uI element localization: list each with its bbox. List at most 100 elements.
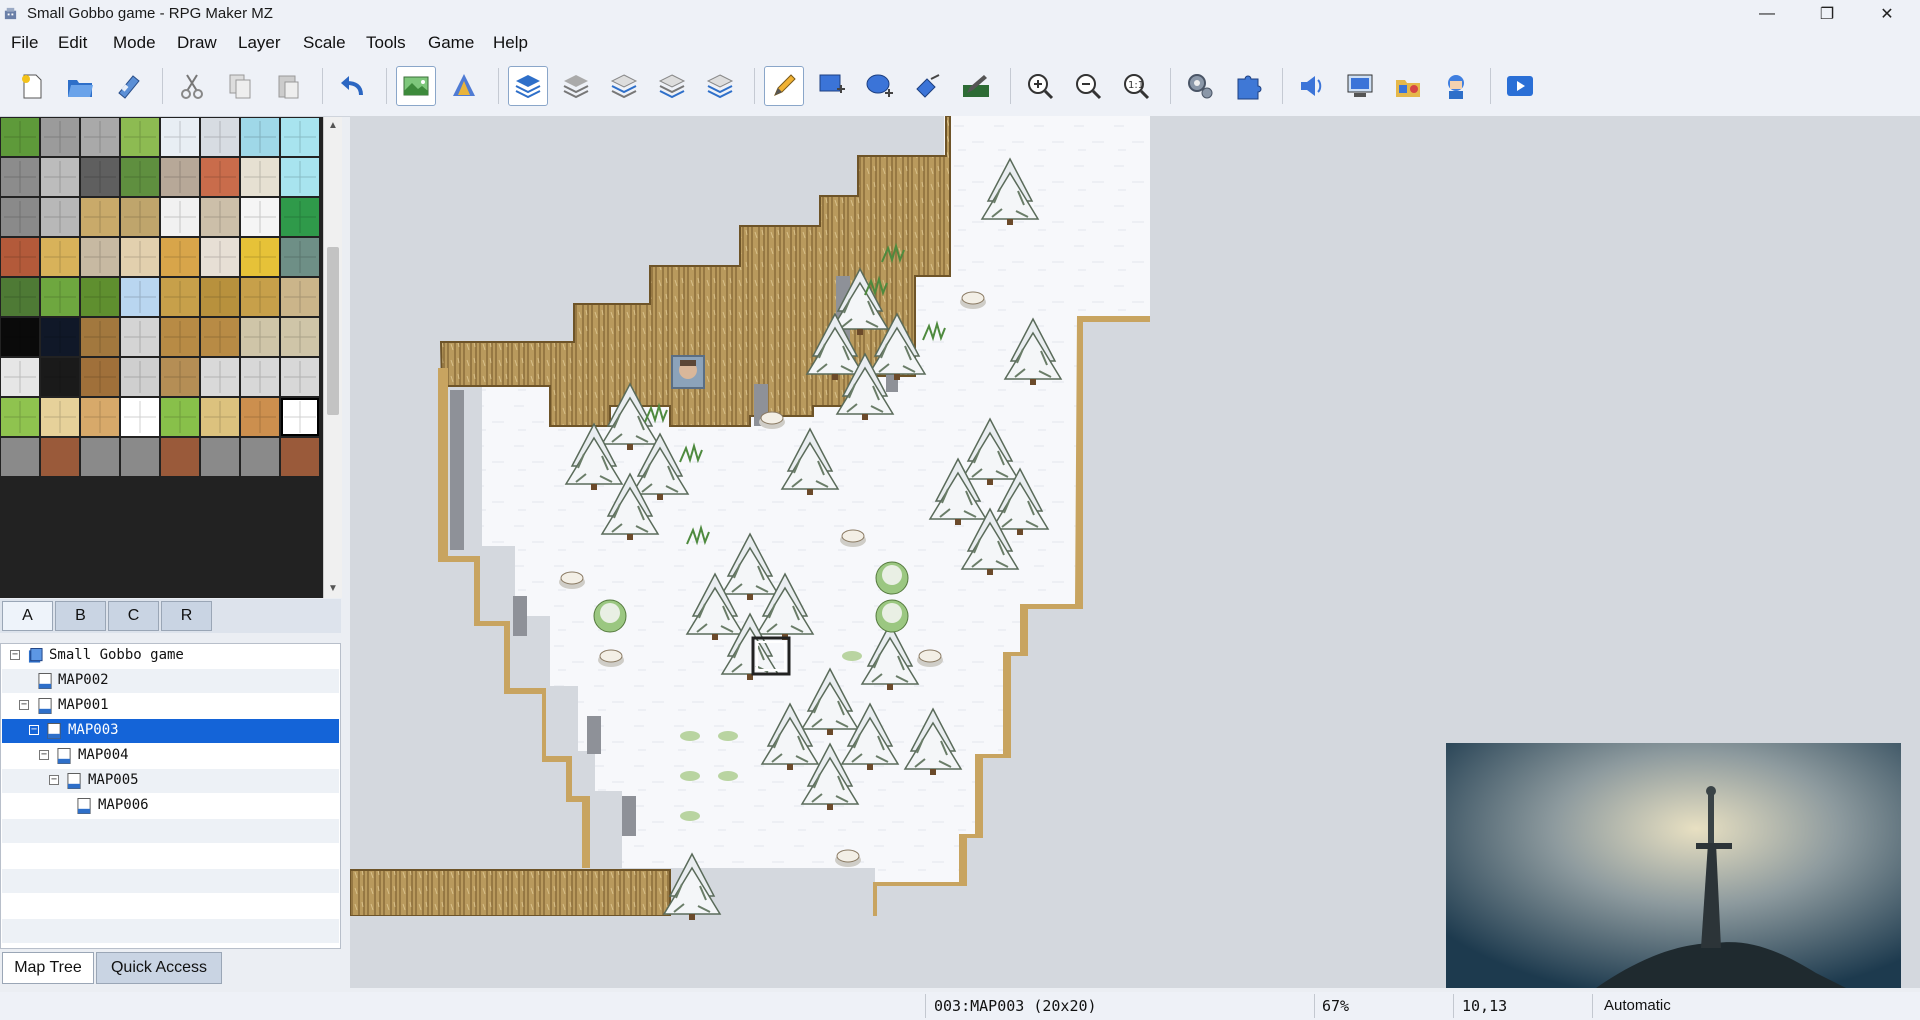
scroll-down-icon[interactable]: ▼ <box>324 580 342 598</box>
event-mode-icon[interactable] <box>444 66 484 106</box>
minimize-button[interactable]: — <box>1744 0 1790 28</box>
layer-auto-icon[interactable] <box>508 66 548 106</box>
tree-empty-row <box>2 819 339 843</box>
tileset-tile[interactable] <box>1 438 39 476</box>
menu-mode[interactable]: Mode <box>113 33 156 53</box>
tileset-tiles[interactable] <box>0 117 323 598</box>
undo-icon[interactable] <box>332 66 372 106</box>
map-icon <box>57 748 71 764</box>
tab-map-tree[interactable]: Map Tree <box>2 952 94 984</box>
map-icon <box>67 773 81 789</box>
paste-icon[interactable] <box>268 66 308 106</box>
scroll-thumb[interactable] <box>327 247 339 415</box>
window-title: Small Gobbo game - RPG Maker MZ <box>27 5 273 22</box>
rectangle-icon[interactable] <box>812 66 852 106</box>
playtest-icon[interactable] <box>1500 66 1540 106</box>
tileset-scrollbar[interactable]: ▲ ▼ <box>323 117 342 598</box>
menu-scale[interactable]: Scale <box>303 33 346 53</box>
tileset-tile[interactable] <box>81 438 119 476</box>
collapse-icon[interactable]: − <box>39 750 49 760</box>
tab-a[interactable]: A <box>2 601 53 631</box>
tree-item-map002[interactable]: MAP002 <box>2 669 339 693</box>
resource-manager-icon[interactable] <box>1388 66 1428 106</box>
collapse-icon[interactable]: − <box>49 775 59 785</box>
close-button[interactable]: ✕ <box>1864 0 1910 28</box>
tree-item-map004[interactable]: − MAP004 <box>2 744 339 768</box>
event-searcher-icon[interactable] <box>1340 66 1380 106</box>
tileset-tile[interactable] <box>241 438 279 476</box>
map-canvas[interactable] <box>349 115 1920 988</box>
layer-3-icon[interactable] <box>652 66 692 106</box>
tileset-palette[interactable] <box>0 117 323 598</box>
layer-2-icon[interactable] <box>604 66 644 106</box>
menu-layer[interactable]: Layer <box>238 33 281 53</box>
toolbar: 1:1 <box>0 58 1920 117</box>
tab-b[interactable]: B <box>55 601 106 631</box>
tileset-tile[interactable] <box>41 438 79 476</box>
collapse-icon[interactable]: − <box>10 650 20 660</box>
menu-tools[interactable]: Tools <box>366 33 406 53</box>
tileset-tile[interactable] <box>121 438 159 476</box>
map-icon <box>77 798 91 814</box>
actual-size-icon[interactable]: 1:1 <box>1116 66 1156 106</box>
open-project-icon[interactable] <box>60 66 100 106</box>
tree-item-label: MAP002 <box>58 672 109 688</box>
database-icon[interactable] <box>1180 66 1220 106</box>
restore-button[interactable]: ❐ <box>1804 0 1850 28</box>
layer-4-icon[interactable] <box>700 66 740 106</box>
menu-edit[interactable]: Edit <box>58 33 87 53</box>
tree-item-label: MAP006 <box>98 797 149 813</box>
map-icon <box>38 698 52 714</box>
project-icon <box>28 648 43 663</box>
map-tree: − Small Gobbo game MAP002 − MAP001 − MAP… <box>0 643 341 949</box>
ellipse-icon[interactable] <box>860 66 900 106</box>
tab-quick-access[interactable]: Quick Access <box>96 952 222 984</box>
tree-item-label: MAP004 <box>78 747 129 763</box>
zoom-out-icon[interactable] <box>1068 66 1108 106</box>
tileset-tile[interactable] <box>281 438 319 476</box>
zoom-in-icon[interactable] <box>1020 66 1060 106</box>
plugin-manager-icon[interactable] <box>1228 66 1268 106</box>
cut-icon[interactable] <box>172 66 212 106</box>
pencil-icon[interactable] <box>764 66 804 106</box>
tree-item-map003[interactable]: − MAP003 <box>2 719 339 743</box>
tree-item-label: MAP001 <box>58 697 109 713</box>
tree-item-project[interactable]: − Small Gobbo game <box>2 644 339 668</box>
panel-tabs: Map Tree Quick Access <box>0 952 341 986</box>
tree-item-map001[interactable]: − MAP001 <box>2 694 339 718</box>
scroll-up-icon[interactable]: ▲ <box>324 117 342 135</box>
layer-1-icon[interactable] <box>556 66 596 106</box>
tree-empty-row <box>2 919 339 943</box>
status-bar: 003:MAP003 (20x20) 67% 10,13 Automatic <box>0 992 1920 1020</box>
parallax-preview-image <box>1446 743 1901 988</box>
tab-c[interactable]: C <box>108 601 159 631</box>
tree-item-label: Small Gobbo game <box>49 647 184 663</box>
tileset-tabs: A B C R <box>0 599 341 633</box>
tree-item-label: MAP003 <box>68 722 119 738</box>
status-map: 003:MAP003 (20x20) <box>934 997 1097 1015</box>
save-project-icon[interactable] <box>108 66 148 106</box>
menu-draw[interactable]: Draw <box>177 33 217 53</box>
tree-item-map006[interactable]: MAP006 <box>2 794 339 818</box>
svg-text:1:1: 1:1 <box>1128 80 1144 91</box>
shadow-pen-icon[interactable] <box>956 66 996 106</box>
tileset-tile[interactable] <box>201 438 239 476</box>
map-mode-icon[interactable] <box>396 66 436 106</box>
menu-game[interactable]: Game <box>428 33 474 53</box>
tab-r[interactable]: R <box>161 601 212 631</box>
flood-fill-icon[interactable] <box>908 66 948 106</box>
collapse-icon[interactable]: − <box>19 700 29 710</box>
menu-help[interactable]: Help <box>493 33 528 53</box>
collapse-icon[interactable]: − <box>29 725 39 735</box>
character-generator-icon[interactable] <box>1436 66 1476 106</box>
tree-item-map005[interactable]: − MAP005 <box>2 769 339 793</box>
tree-empty-row <box>2 869 339 893</box>
new-project-icon[interactable] <box>12 66 52 106</box>
copy-icon[interactable] <box>220 66 260 106</box>
tileset-tile[interactable] <box>161 438 199 476</box>
menu-bar: File Edit Mode Draw Layer Scale Tools Ga… <box>0 28 1920 58</box>
app-icon <box>4 7 17 20</box>
menu-file[interactable]: File <box>11 33 38 53</box>
sound-test-icon[interactable] <box>1292 66 1332 106</box>
status-zoom: 67% <box>1322 997 1350 1015</box>
